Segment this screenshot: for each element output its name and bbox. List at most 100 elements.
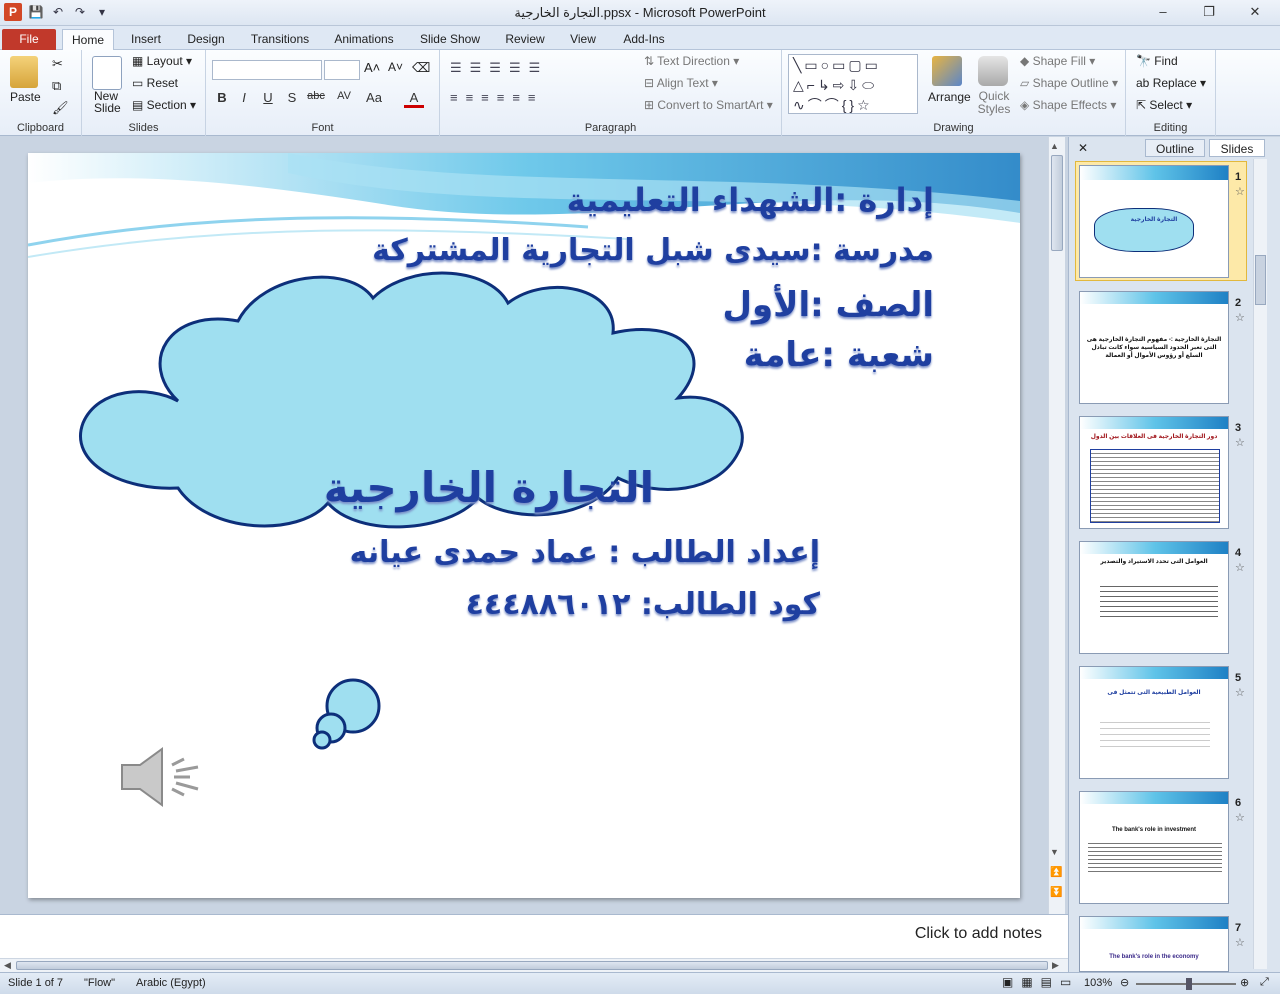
scroll-down-icon[interactable]: ▼ (1050, 847, 1059, 857)
layout-label: Layout (146, 54, 183, 68)
tab-outline[interactable]: Outline (1145, 139, 1205, 157)
thumb-wave (1080, 667, 1228, 679)
slide-header-line-3[interactable]: الصف :الأول (723, 285, 934, 325)
arrange-button[interactable]: Arrange (928, 90, 971, 104)
ribbon: Paste ✂ ⧉ 🖌 Clipboard New Slide ▦ Layout… (0, 50, 1280, 136)
find-button[interactable]: 🔭 Find (1136, 54, 1178, 68)
horizontal-scrollbar[interactable]: ◀ ▶ (0, 958, 1068, 972)
tab-slides[interactable]: Slides (1209, 139, 1265, 157)
current-slide[interactable]: إدارة :الشهداء التعليمية مدرسة :سيدى شبل… (28, 153, 1020, 898)
paste-icon[interactable] (10, 56, 38, 88)
grow-font-icon[interactable]: A˄ (364, 60, 380, 75)
panel-scrollbar[interactable] (1253, 159, 1267, 969)
slide-thumbnail-1[interactable]: التجارة الخارجية (1079, 165, 1229, 278)
copy-icon[interactable]: ⧉ (52, 78, 61, 94)
select-button[interactable]: ⇱ Select ▾ (1136, 98, 1192, 112)
maximize-button[interactable]: ❐ (1198, 4, 1220, 20)
speaker-icon[interactable] (118, 743, 208, 813)
new-slide-button[interactable]: New Slide (94, 90, 124, 114)
close-panel-button[interactable]: ✕ (1075, 139, 1091, 157)
paste-button[interactable]: Paste (10, 90, 41, 104)
shrink-font-icon[interactable]: A˅ (388, 60, 403, 74)
tab-review[interactable]: Review (500, 29, 550, 50)
notes-placeholder[interactable]: Click to add notes (915, 925, 1042, 943)
tab-insert[interactable]: Insert (126, 29, 166, 50)
slide-header-line-4[interactable]: شعبة :عامة (744, 335, 934, 375)
slide-thumbnail-4[interactable]: العوامل التى تحدد الاستيراد والتصدير (1079, 541, 1229, 654)
scroll-thumb[interactable] (1051, 155, 1063, 251)
scroll-left-icon[interactable]: ◀ (4, 960, 11, 971)
slide-thumbnail-2[interactable]: التجارة الخارجية :- مفهوم التجارة الخارج… (1079, 291, 1229, 404)
shapes-gallery[interactable]: ╲▭○▭▢▭ △⌐↳⇨⇩⬭ ∿⌒⌒{}☆ (788, 54, 918, 114)
tab-view[interactable]: View (564, 29, 602, 50)
panel-scroll-thumb[interactable] (1255, 255, 1266, 305)
align-buttons-row[interactable]: ≡≡≡≡≡≡ (450, 90, 544, 105)
view-buttons[interactable]: ▣▦▤▭ (1002, 975, 1079, 989)
language-indicator[interactable]: Arabic (Egypt) (136, 977, 206, 989)
tab-transitions[interactable]: Transitions (246, 29, 314, 50)
font-size-field[interactable] (324, 60, 360, 80)
tab-file[interactable]: File (2, 29, 56, 50)
quick-styles-icon[interactable] (978, 56, 1008, 86)
change-case-button[interactable]: Aa (364, 90, 384, 105)
cloud-student-code[interactable]: كود الطالب: ٤٤٤٨٨٦٠١٢ (466, 587, 820, 622)
scroll-up-icon[interactable]: ▲ (1050, 141, 1059, 151)
quick-styles-button[interactable]: Quick Styles (976, 90, 1012, 116)
cut-icon[interactable]: ✂ (52, 56, 63, 72)
scroll-right-icon[interactable]: ▶ (1052, 960, 1059, 971)
clear-formatting-icon[interactable]: ⌫ (412, 60, 430, 76)
shape-effects-button[interactable]: ◈ Shape Effects ▾ (1020, 98, 1116, 112)
slide-thumbnail-7[interactable]: The bank's role in the economy (1079, 916, 1229, 972)
list-buttons-row[interactable]: ☰☰☰☰☰ (450, 60, 548, 76)
next-slide-icon[interactable]: ⏬ (1050, 887, 1062, 898)
slide-header-line-2[interactable]: مدرسة :سيدى شبل التجارية المشتركة (372, 233, 934, 268)
strikethrough-button[interactable]: abc (306, 90, 326, 102)
cloud-student-name[interactable]: إعداد الطالب : عماد حمدى عيانه (350, 535, 820, 570)
zoom-slider-thumb[interactable] (1186, 978, 1192, 990)
minimize-button[interactable]: – (1152, 4, 1174, 19)
previous-slide-icon[interactable]: ⏫ (1050, 867, 1062, 878)
slides-panel: ✕ Outline Slides التجارة الخارجية 1 ☆ ال… (1068, 137, 1280, 972)
italic-button[interactable]: I (234, 90, 254, 105)
bold-button[interactable]: B (212, 90, 232, 105)
arrange-icon[interactable] (932, 56, 962, 86)
tab-animations[interactable]: Animations (328, 29, 400, 50)
underline-button[interactable]: U (258, 90, 278, 105)
text-direction-button[interactable]: ⇅ Text Direction ▾ (644, 54, 739, 68)
slide-thumbnail-3[interactable]: دور التجارة الخارجية فى العلاقات بين الد… (1079, 416, 1229, 529)
zoom-slider[interactable] (1136, 978, 1236, 990)
section-button[interactable]: ▤ Section ▾ (132, 98, 196, 112)
editing-group: 🔭 Find ab Replace ▾ ⇱ Select ▾ Editing (1126, 50, 1216, 136)
font-color-button[interactable]: A (404, 90, 424, 108)
thumb-text-6: The bank's role in investment (1111, 827, 1197, 833)
replace-button[interactable]: ab Replace ▾ (1136, 76, 1206, 90)
tab-slide-show[interactable]: Slide Show (414, 29, 486, 50)
shape-fill-button[interactable]: ◆ Shape Fill ▾ (1020, 54, 1095, 68)
tab-design[interactable]: Design (180, 29, 232, 50)
align-text-button[interactable]: ⊟ Align Text ▾ (644, 76, 718, 90)
thumb-wave (1080, 917, 1228, 929)
shadow-button[interactable]: S (282, 90, 302, 105)
format-painter-icon[interactable]: 🖌 (52, 100, 69, 116)
close-button[interactable]: ✕ (1244, 4, 1266, 20)
reset-button[interactable]: ▭ Reset (132, 76, 178, 90)
zoom-out-icon[interactable]: ⊖ (1120, 976, 1129, 989)
slide-thumbnail-5[interactable]: العوامل الطبيعية التى تتمثل فى (1079, 666, 1229, 779)
layout-button[interactable]: ▦ Layout ▾ (132, 54, 192, 68)
vertical-scrollbar[interactable]: ▲ ▼ ⏫ ⏬ (1048, 137, 1065, 914)
clipboard-label: Clipboard (16, 122, 65, 134)
char-spacing-button[interactable]: AV (334, 90, 354, 102)
slide-thumbnail-6[interactable]: The bank's role in investment (1079, 791, 1229, 904)
shape-outline-button[interactable]: ▱ Shape Outline ▾ (1020, 76, 1118, 90)
tab-home[interactable]: Home (62, 29, 114, 50)
cloud-title[interactable]: التجارة الخارجية (324, 463, 654, 512)
fit-to-window-icon[interactable]: ⤢ (1260, 976, 1269, 989)
hscroll-thumb[interactable] (16, 961, 1048, 970)
slide-header-line-1[interactable]: إدارة :الشهداء التعليمية (567, 181, 934, 219)
convert-smartart-button[interactable]: ⊞ Convert to SmartArt ▾ (644, 98, 773, 112)
zoom-level[interactable]: 103% (1084, 977, 1112, 989)
new-slide-icon[interactable] (92, 56, 122, 90)
font-name-field[interactable] (212, 60, 322, 80)
tab-add-ins[interactable]: Add-Ins (616, 29, 672, 50)
zoom-in-icon[interactable]: ⊕ (1240, 976, 1249, 989)
